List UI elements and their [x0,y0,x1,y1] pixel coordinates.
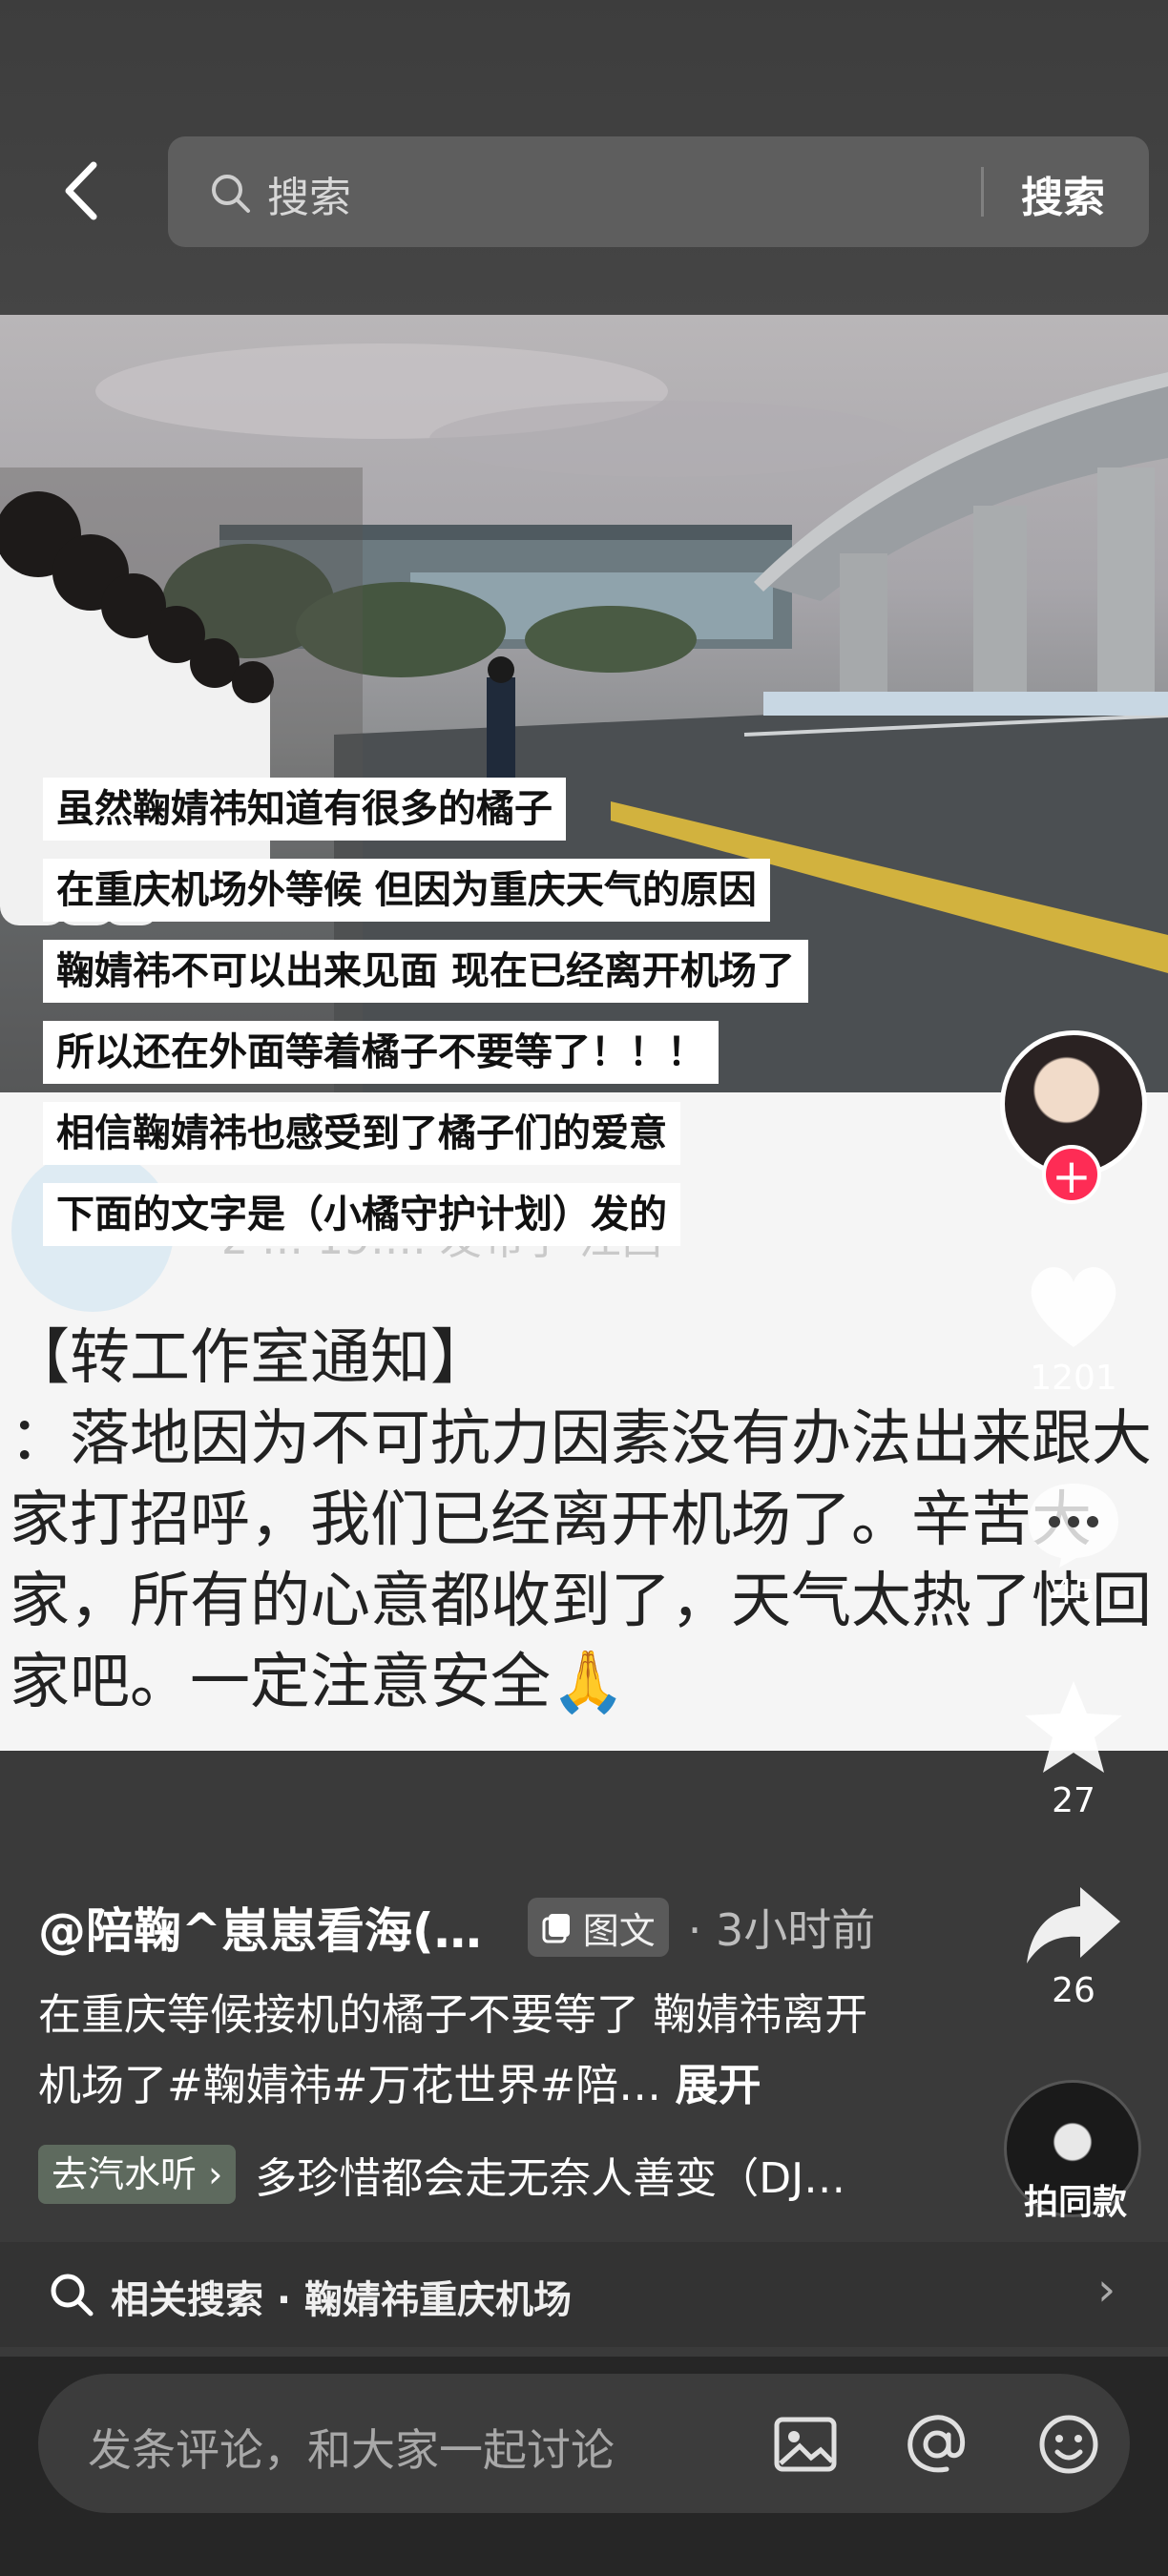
comment-count: 45 [1052,1573,1095,1612]
heart-icon [1031,1267,1116,1347]
favorite-count: 27 [1052,1781,1095,1820]
expand-button[interactable]: 展开 [675,2060,761,2110]
star-icon [1025,1681,1122,1773]
post-body: ：落地因为不可抗力因素没有办法出来跟大家打招呼，我们已经离开机场了。辛苦大家，所… [10,1403,1152,1716]
bottom-bar: 发条评论，和大家一起讨论 [0,2357,1168,2576]
caption-line-4: 所以还在外面等着橘子不要等了！！！ [43,1021,719,1084]
badge-label: 图文 [582,1909,656,1952]
search-submit-button[interactable]: 搜索 [1021,163,1105,224]
search-icon [51,2274,94,2316]
author-name[interactable]: @陪鞠^崽崽看海(… [38,1893,482,1962]
same-style-button[interactable]: 拍同款 [1004,2080,1141,2222]
share-button[interactable]: 26 [992,1881,1155,2010]
author-row: @陪鞠^崽崽看海(… 图文 · 3小时前 [38,1894,875,1961]
comment-placeholder: 发条评论，和大家一起讨论 [88,2424,615,2476]
music-title[interactable]: 多珍惜都会走无奈人善变（DJ… [255,2144,845,2205]
caption-line-1: 虽然鞠婧祎知道有很多的橘子 [43,778,566,841]
caption-line-2: 在重庆机场外等候 但因为重庆天气的原因 [43,859,770,922]
comment-input[interactable]: 发条评论，和大家一起讨论 [38,2374,1130,2513]
comment-button[interactable]: 45 [992,1474,1155,1612]
image-text-icon [542,1914,570,1943]
search-input[interactable]: 搜索 搜索 [168,136,1149,247]
post-title: 【转工作室通知】 [10,1322,490,1392]
caption-line-3: 鞠婧祎不可以出来见面 现在已经离开机场了 [43,940,808,1003]
listen-in-app-button[interactable]: 去汽水听 › [38,2145,237,2204]
same-style-label: 拍同款 [1023,2183,1127,2222]
back-button[interactable] [48,153,115,229]
chevron-left-icon [65,161,97,220]
post-description: 在重庆等候接机的橘子不要等了 鞠婧祎离开机场了#鞠婧祎#万花世界#陪… 展开 [38,1980,897,2121]
like-count: 1201 [1030,1359,1117,1398]
like-button[interactable]: 1201 [992,1259,1155,1398]
mention-icon[interactable] [903,2410,971,2479]
chevron-right-icon: › [1097,2263,1116,2316]
post-type-badge: 图文 [527,1898,669,1957]
follow-button[interactable]: + [1042,1145,1101,1204]
share-count: 26 [1052,1971,1095,2010]
post-body-block: 【转工作室通知】 ：落地因为不可抗力因素没有办法出来跟大家打招呼，我们已经离开机… [10,1317,1164,1722]
image-icon[interactable] [771,2410,840,2479]
share-icon [1027,1887,1120,1963]
music-row: 去汽水听 › 多珍惜都会走无奈人善变（DJ… [38,2145,845,2204]
favorite-button[interactable]: 27 [992,1677,1155,1820]
search-placeholder: 搜索 [267,174,351,222]
related-search-bar[interactable]: 相关搜索 · 鞠婧祎重庆机场 › [0,2242,1168,2347]
search-icon [212,175,250,213]
comment-icon [1029,1484,1118,1568]
top-bar: 搜索 搜索 [0,0,1168,315]
related-search-text: 相关搜索 · 鞠婧祎重庆机场 [111,2278,573,2322]
search-divider [981,167,984,217]
caption-line-5: 相信鞠婧祎也感受到了橘子们的爱意 [43,1102,680,1165]
post-time: · 3小时前 [687,1904,876,1956]
caption-line-6: 下面的文字是（小橘守护计划）发的 [43,1183,680,1246]
emoji-icon[interactable] [1034,2410,1103,2479]
